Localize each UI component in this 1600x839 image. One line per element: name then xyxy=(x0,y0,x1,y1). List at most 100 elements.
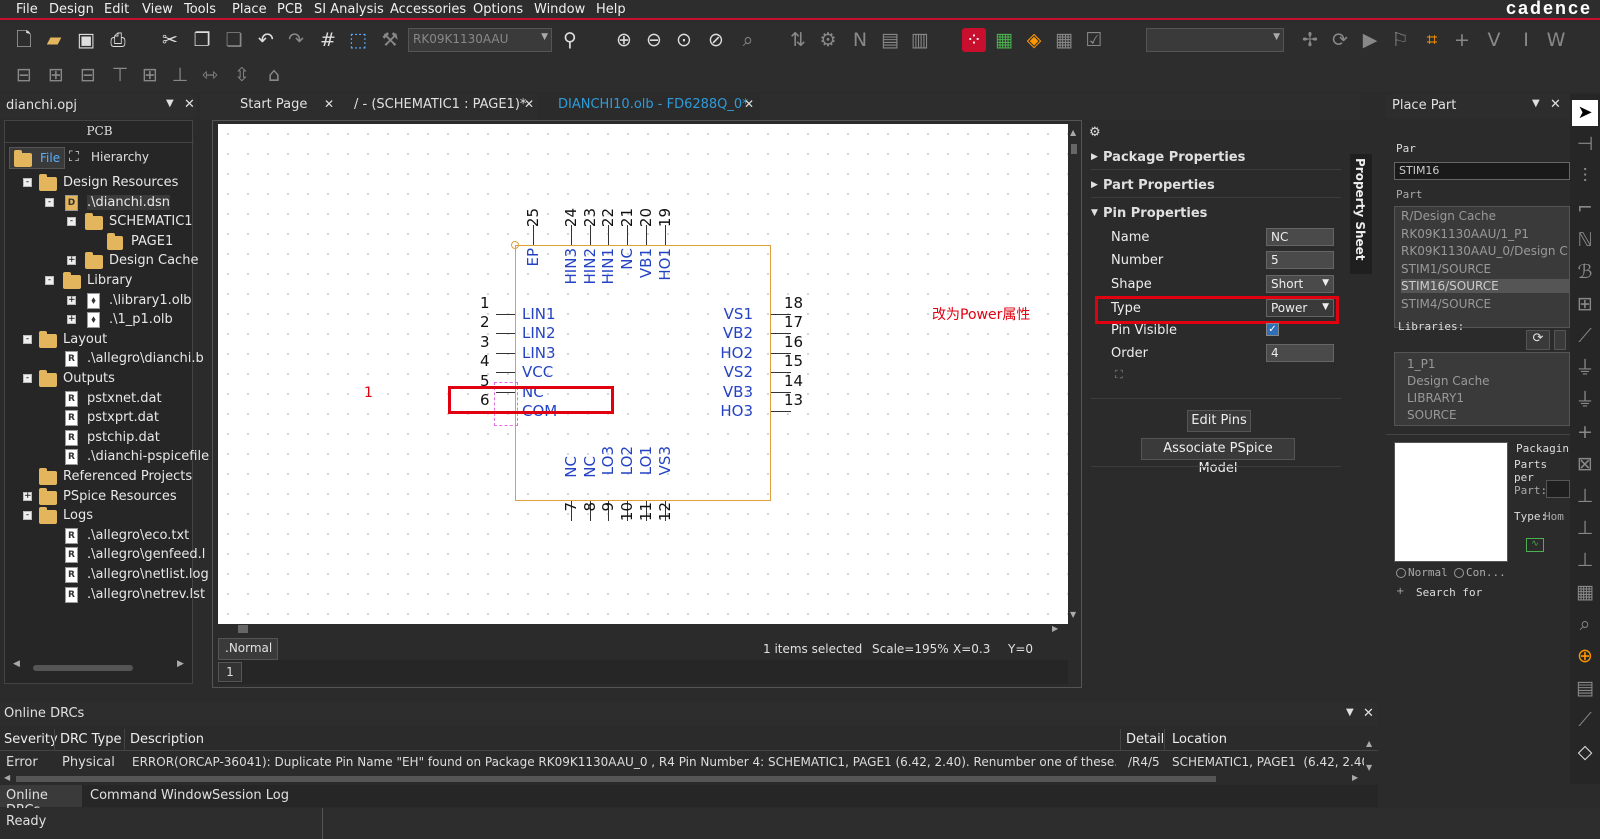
menu-file[interactable]: File xyxy=(16,2,38,17)
place-bus-icon[interactable]: ℬ xyxy=(1573,260,1597,284)
place-document-icon[interactable]: ▤ xyxy=(1573,676,1597,700)
select-shape[interactable]: Short ▼ xyxy=(1266,275,1334,293)
expand-icon[interactable]: - xyxy=(23,511,32,521)
pin-name[interactable]: HIN2 xyxy=(581,248,599,284)
annotate-icon[interactable]: ⇅ xyxy=(786,28,810,52)
checkbox-pin-visible[interactable]: ✓ xyxy=(1266,323,1279,336)
align-right-icon[interactable]: ⊟ xyxy=(76,63,100,87)
bom-icon[interactable]: ▤ xyxy=(878,28,902,52)
zoom-in-icon[interactable]: ⊕ xyxy=(612,28,636,52)
pin-name[interactable]: LIN2 xyxy=(522,324,556,342)
edit-pins-button[interactable]: Edit Pins xyxy=(1187,410,1251,432)
expand-icon[interactable]: - xyxy=(67,217,76,227)
radio-normal[interactable] xyxy=(1396,568,1406,578)
snap-select-icon[interactable]: ⬚ xyxy=(346,28,370,52)
tree-node--library1-olb[interactable]: + ⬧ .\library1.olb xyxy=(5,291,194,311)
expand-icon[interactable]: - xyxy=(45,197,54,207)
list-item[interactable]: R/Design Cache xyxy=(1401,209,1571,223)
calc-icon[interactable]: ▦ xyxy=(1052,28,1076,52)
menu-si-analysis[interactable]: SI Analysis xyxy=(314,2,384,17)
list-item[interactable]: STIM4/SOURCE xyxy=(1401,297,1571,311)
refresh-icon[interactable]: ⟳ xyxy=(1526,330,1550,350)
pin-name[interactable]: LO1 xyxy=(637,446,655,475)
select-pointer-icon[interactable]: ➤ xyxy=(1572,100,1598,126)
tree-node--1-p1-olb[interactable]: + ⬧ .\1_p1.olb xyxy=(5,310,194,330)
tree-node-outputs[interactable]: - Outputs xyxy=(5,369,194,389)
table-row[interactable]: Error Physical ERROR(ORCAP-36041): Dupli… xyxy=(0,753,1364,773)
align-left-icon[interactable]: ⊟ xyxy=(12,63,36,87)
tree-node-pstchip-dat[interactable]: Rpstchip.dat xyxy=(5,428,194,448)
sim-icon[interactable]: ⟳ xyxy=(1328,28,1352,52)
close-icon[interactable]: ✕ xyxy=(184,97,195,112)
paste-icon[interactable]: ❏ xyxy=(222,28,246,52)
print-icon[interactable]: ⎙ xyxy=(106,28,130,52)
expand-icon[interactable]: + xyxy=(67,315,76,325)
place-ellipse-icon[interactable]: + xyxy=(1573,420,1597,444)
results-icon[interactable]: ⌗ xyxy=(1420,28,1444,52)
pin-name[interactable]: LO2 xyxy=(618,446,636,475)
pin-name[interactable]: HO3 xyxy=(711,402,753,420)
expand-icon[interactable]: ⛶ xyxy=(1115,368,1123,382)
menu-window[interactable]: Window xyxy=(534,2,585,17)
part-list[interactable]: R/Design Cache RK09K1130AAU/1_P1 RK09K1130… xyxy=(1394,206,1571,328)
search-icon[interactable]: ⚲ xyxy=(558,28,582,52)
tree-node-layout[interactable]: - Layout xyxy=(5,330,194,350)
place-graphic-icon[interactable]: ⌕ xyxy=(1573,612,1597,636)
grid-icon[interactable]: # xyxy=(316,28,340,52)
place-offpage-icon[interactable]: ⊥ xyxy=(1573,516,1597,540)
property-sheet-tab[interactable]: Property Sheet xyxy=(1350,154,1372,274)
pin-name[interactable]: EP xyxy=(524,248,542,267)
tool-icon[interactable]: ⚒ xyxy=(378,28,402,52)
list-item[interactable]: RK09K1130AAU/1_P1 xyxy=(1401,227,1571,241)
distribute-v-icon[interactable]: ⇳ xyxy=(230,63,254,87)
menu-options[interactable]: Options xyxy=(473,2,523,17)
align-center-icon[interactable]: ⊞ xyxy=(44,63,68,87)
place-grid-icon[interactable]: ▦ xyxy=(1573,580,1597,604)
pin-name[interactable]: LIN3 xyxy=(522,344,556,362)
pin-name[interactable]: VB2 xyxy=(711,324,753,342)
add-trace-icon[interactable]: + xyxy=(1450,28,1474,52)
tree-node--dianchi-dsn[interactable]: - D .\dianchi.dsn xyxy=(5,193,194,213)
select-type[interactable]: Power ▼ xyxy=(1266,299,1334,317)
place-junction-icon[interactable]: ⊞ xyxy=(1573,292,1597,316)
expand-icon[interactable]: - xyxy=(23,334,32,344)
tree-node-referenced-projects[interactable]: Referenced Projects xyxy=(5,467,194,487)
expand-icon[interactable]: - xyxy=(23,178,32,187)
section-part-properties[interactable]: ▶ Part Properties xyxy=(1091,176,1341,198)
field-order[interactable]: 4 xyxy=(1266,344,1334,362)
pin-name[interactable]: NC xyxy=(581,456,599,478)
menu-help[interactable]: Help xyxy=(596,2,626,17)
mouse-icon[interactable]: ⌂ xyxy=(262,63,286,87)
tab-file[interactable]: File xyxy=(9,147,65,169)
tree-node-library[interactable]: - Library xyxy=(5,271,194,291)
list-item[interactable]: LIBRARY1 xyxy=(1407,391,1464,405)
pin-name[interactable]: HIN3 xyxy=(562,248,580,284)
tab-hierarchy[interactable]: ⛶ Hierarchy xyxy=(67,147,157,169)
variant-combo[interactable]: ▼ xyxy=(1146,28,1284,52)
pin-name[interactable]: NC xyxy=(562,456,580,478)
tab-session-log[interactable]: Session Log xyxy=(212,788,289,803)
place-port-icon[interactable]: ⊥ xyxy=(1573,484,1597,508)
drc-hscrollbar[interactable]: ◀ ▶ xyxy=(0,773,1364,785)
pin-name[interactable]: NC xyxy=(618,248,636,270)
pin-name[interactable]: VB3 xyxy=(711,383,753,401)
new-file-icon[interactable]: 🗋 xyxy=(12,28,36,52)
copy-icon[interactable]: ❐ xyxy=(190,28,214,52)
tab-schematic-page1[interactable]: / - (SCHEMATIC1 : PAGE1)* ✕ xyxy=(342,94,538,118)
place-no-connect-icon[interactable]: ⊠ xyxy=(1573,452,1597,476)
tree-node-pstxprt-dat[interactable]: Rpstxprt.dat xyxy=(5,408,194,428)
search-for-label[interactable]: Search for xyxy=(1416,586,1482,599)
menu-tools[interactable]: Tools xyxy=(184,2,216,17)
close-icon[interactable]: ✕ xyxy=(1363,706,1374,721)
pin-name[interactable]: VS2 xyxy=(711,363,753,381)
cross-ref-icon[interactable]: ▥ xyxy=(908,28,932,52)
tree-node-pspice-resources[interactable]: + PSpice Resources xyxy=(5,487,194,507)
distribute-h-icon[interactable]: ⇿ xyxy=(198,63,222,87)
place-net-icon[interactable]: ℕ xyxy=(1573,228,1597,252)
drc-icon[interactable]: ⚙ xyxy=(816,28,840,52)
radio-convert[interactable] xyxy=(1454,568,1464,578)
part-search-input[interactable]: STIM16 xyxy=(1394,162,1570,180)
expand-icon[interactable]: + xyxy=(67,295,76,305)
place-polyline-icon[interactable]: ⟋ xyxy=(1573,708,1597,732)
menu-view[interactable]: View xyxy=(142,2,173,17)
